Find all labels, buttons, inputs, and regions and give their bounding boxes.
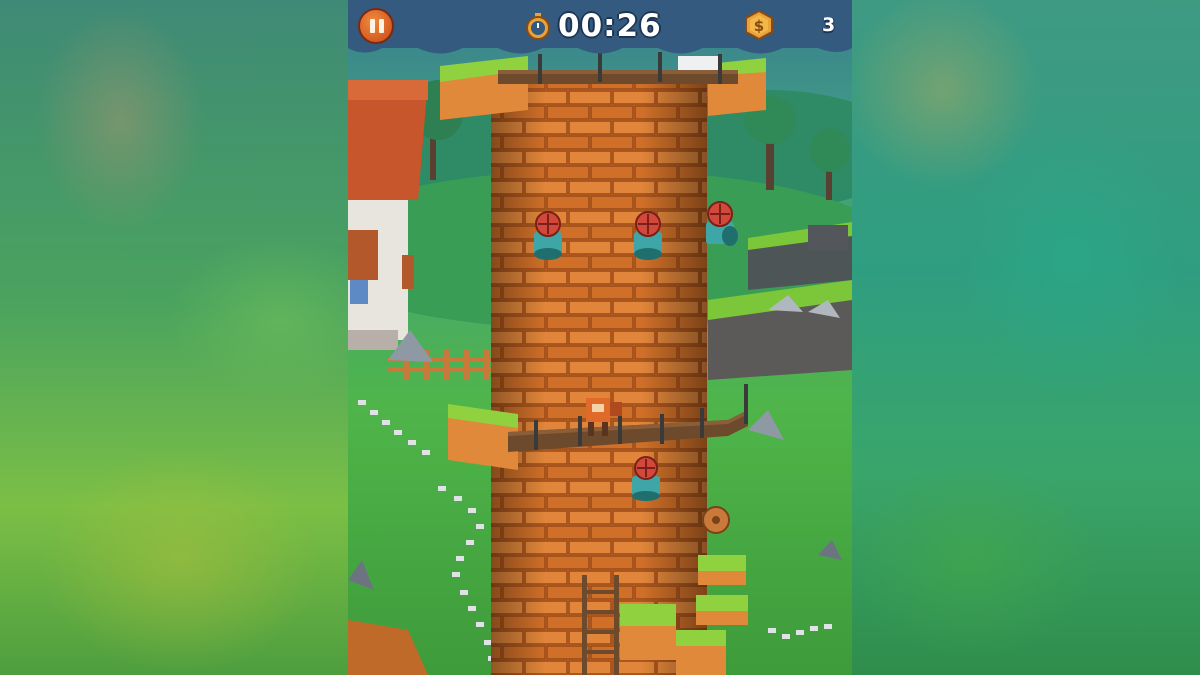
game-viewport[interactable]: 00:26 $ 3	[348, 0, 852, 675]
coin-icon: $	[745, 10, 773, 40]
game-scene	[348, 52, 852, 675]
pause-button[interactable]	[358, 8, 394, 44]
blurred-backdrop-right	[852, 0, 1200, 675]
coin-symbol: $	[754, 17, 764, 35]
coin-counter: 3	[822, 14, 836, 36]
brick-tower	[491, 80, 707, 675]
pause-icon	[370, 19, 375, 33]
spinning-saw	[702, 506, 730, 534]
pause-icon-bar	[379, 19, 384, 33]
cannon-lower	[632, 456, 660, 501]
blurred-backdrop-left	[0, 0, 348, 675]
stopwatch-icon	[526, 13, 550, 40]
timer-display: 00:26	[558, 8, 662, 44]
hud-bar: 00:26 $ 3	[348, 0, 852, 56]
